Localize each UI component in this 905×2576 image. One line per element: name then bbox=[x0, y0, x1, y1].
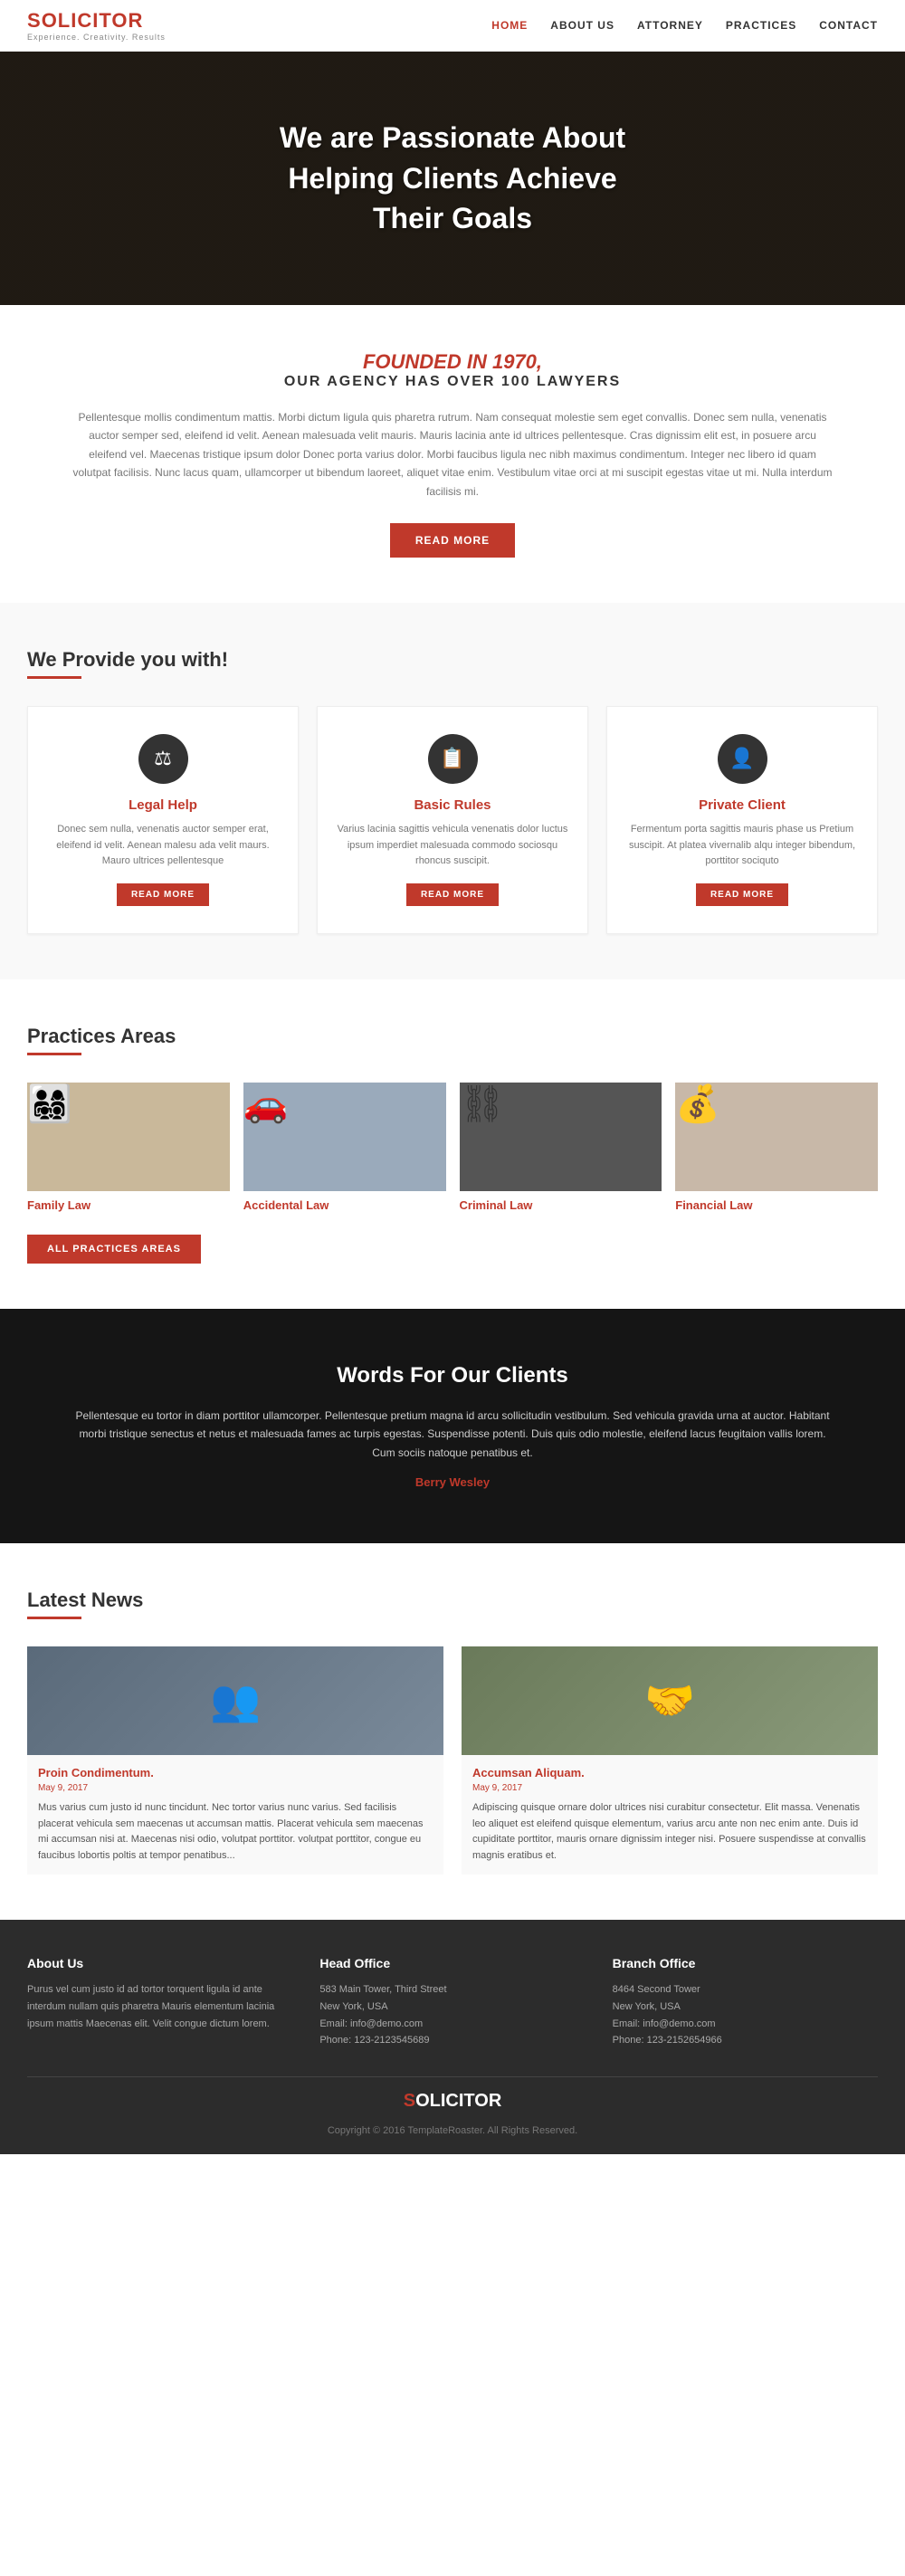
news-image-2: 🤝 bbox=[462, 1646, 878, 1755]
footer-branch-office-body: 8464 Second Tower New York, USA Email: i… bbox=[613, 1981, 878, 2049]
testimonials-body: Pellentesque eu tortor in diam porttitor… bbox=[72, 1407, 833, 1462]
provides-section: We Provide you with! ⚖ Legal Help Donec … bbox=[0, 603, 905, 979]
founded-heading2: OUR AGENCY HAS OVER 100 LAWYERS bbox=[72, 374, 833, 390]
footer-head-office: Head Office 583 Main Tower, Third Street… bbox=[319, 1956, 585, 2049]
provides-underline bbox=[27, 676, 81, 679]
hero-content: We are Passionate About Helping Clients … bbox=[280, 118, 625, 239]
card-legal-body: Donec sem nulla, venenatis auctor semper… bbox=[46, 822, 280, 870]
provides-heading: We Provide you with! bbox=[27, 648, 878, 672]
card-rules-btn[interactable]: READ MORE bbox=[406, 883, 499, 906]
nav-links: HOME ABOUT US ATTORNEY PRACTICES CONTACT bbox=[491, 19, 878, 32]
news-underline bbox=[27, 1617, 81, 1619]
card-client-title: Private Client bbox=[625, 797, 859, 813]
news-section: Latest News 👥 Proin Condimentum. May 9, … bbox=[0, 1543, 905, 1920]
accidental-law-label: Accidental Law bbox=[243, 1198, 446, 1212]
logo-rest: OLICITOR bbox=[42, 9, 144, 32]
practice-grid: 👨‍👩‍👧‍👦 Family Law 🚗 Accidental Law ⛓ Cr… bbox=[27, 1083, 878, 1212]
footer-about-heading: About Us bbox=[27, 1956, 292, 1970]
testimonial-author: Berry Wesley bbox=[72, 1475, 833, 1489]
all-practices-button[interactable]: ALL PRACTICES AREAS bbox=[27, 1235, 201, 1264]
footer-about: About Us Purus vel cum justo id ad torto… bbox=[27, 1956, 292, 2049]
accidental-law-image: 🚗 bbox=[243, 1083, 446, 1191]
hero-title: We are Passionate About Helping Clients … bbox=[280, 118, 625, 239]
footer-head-office-body: 583 Main Tower, Third Street New York, U… bbox=[319, 1981, 585, 2049]
founded-body: Pellentesque mollis condimentum mattis. … bbox=[72, 408, 833, 501]
nav-contact[interactable]: CONTACT bbox=[819, 19, 878, 32]
footer-about-body: Purus vel cum justo id ad tortor torquen… bbox=[27, 1981, 292, 2032]
footer: About Us Purus vel cum justo id ad torto… bbox=[0, 1920, 905, 2154]
footer-logo: SOLICITOR bbox=[27, 2076, 878, 2121]
card-rules-title: Basic Rules bbox=[336, 797, 569, 813]
footer-grid: About Us Purus vel cum justo id ad torto… bbox=[27, 1956, 878, 2049]
testimonials-section: Words For Our Clients Pellentesque eu to… bbox=[0, 1309, 905, 1543]
footer-copyright: Copyright © 2016 TemplateRoaster. All Ri… bbox=[27, 2125, 878, 2136]
nav-attorney[interactable]: ATTORNEY bbox=[637, 19, 703, 32]
card-rules-body: Varius lacinia sagittis vehicula venenat… bbox=[336, 822, 569, 870]
card-basic-rules: 📋 Basic Rules Varius lacinia sagittis ve… bbox=[317, 706, 588, 934]
practice-accidental-law[interactable]: 🚗 Accidental Law bbox=[243, 1083, 446, 1212]
nav-home[interactable]: HOME bbox=[491, 19, 528, 32]
logo-initial: S bbox=[27, 9, 42, 32]
founded-read-more-button[interactable]: READ MORE bbox=[390, 523, 515, 558]
testimonials-heading: Words For Our Clients bbox=[72, 1363, 833, 1388]
news-body-2: Adipiscing quisque ornare dolor ultrices… bbox=[472, 1800, 867, 1864]
card-legal-btn[interactable]: READ MORE bbox=[117, 883, 209, 906]
practices-section: Practices Areas 👨‍👩‍👧‍👦 Family Law 🚗 Acc… bbox=[0, 979, 905, 1309]
news-image-1: 👥 bbox=[27, 1646, 443, 1755]
news-item-1[interactable]: 👥 Proin Condimentum. May 9, 2017 Mus var… bbox=[27, 1646, 443, 1875]
news-body-1: Mus varius cum justo id nunc tincidunt. … bbox=[38, 1800, 433, 1864]
news-date-2: May 9, 2017 bbox=[472, 1783, 867, 1793]
news-date-1: May 9, 2017 bbox=[38, 1783, 433, 1793]
card-client-btn[interactable]: READ MORE bbox=[696, 883, 788, 906]
news-heading: Latest News bbox=[27, 1589, 878, 1612]
card-private-client: 👤 Private Client Fermentum porta sagitti… bbox=[606, 706, 878, 934]
footer-branch-office: Branch Office 8464 Second Tower New York… bbox=[613, 1956, 878, 2049]
criminal-law-label: Criminal Law bbox=[460, 1198, 662, 1212]
practice-financial-law[interactable]: 💰 Financial Law bbox=[675, 1083, 878, 1212]
family-law-image: 👨‍👩‍👧‍👦 bbox=[27, 1083, 230, 1191]
card-legal-help: ⚖ Legal Help Donec sem nulla, venenatis … bbox=[27, 706, 299, 934]
founded-section: FOUNDED IN 1970, OUR AGENCY HAS OVER 100… bbox=[0, 305, 905, 603]
criminal-law-image: ⛓ bbox=[460, 1083, 662, 1191]
news-title-1: Proin Condimentum. bbox=[38, 1766, 433, 1779]
footer-logo-initial: S bbox=[404, 2091, 415, 2111]
family-law-label: Family Law bbox=[27, 1198, 230, 1212]
news-title-2: Accumsan Aliquam. bbox=[472, 1766, 867, 1779]
navbar: SOLICITOR Experience. Creativity. Result… bbox=[0, 0, 905, 52]
card-legal-title: Legal Help bbox=[46, 797, 280, 813]
private-client-icon: 👤 bbox=[718, 734, 767, 784]
logo: SOLICITOR Experience. Creativity. Result… bbox=[27, 9, 166, 42]
card-client-body: Fermentum porta sagittis mauris phase us… bbox=[625, 822, 859, 870]
provides-cards: ⚖ Legal Help Donec sem nulla, venenatis … bbox=[27, 706, 878, 934]
legal-help-icon: ⚖ bbox=[138, 734, 188, 784]
basic-rules-icon: 📋 bbox=[428, 734, 478, 784]
news-content-2: Accumsan Aliquam. May 9, 2017 Adipiscing… bbox=[462, 1755, 878, 1875]
news-item-2[interactable]: 🤝 Accumsan Aliquam. May 9, 2017 Adipisci… bbox=[462, 1646, 878, 1875]
practice-family-law[interactable]: 👨‍👩‍👧‍👦 Family Law bbox=[27, 1083, 230, 1212]
financial-law-image: 💰 bbox=[675, 1083, 878, 1191]
footer-branch-office-heading: Branch Office bbox=[613, 1956, 878, 1970]
practices-heading: Practices Areas bbox=[27, 1025, 878, 1048]
nav-about[interactable]: ABOUT US bbox=[550, 19, 614, 32]
news-grid: 👥 Proin Condimentum. May 9, 2017 Mus var… bbox=[27, 1646, 878, 1875]
footer-logo-rest: OLICITOR bbox=[415, 2091, 501, 2111]
footer-head-office-heading: Head Office bbox=[319, 1956, 585, 1970]
practices-underline bbox=[27, 1053, 81, 1055]
logo-tagline: Experience. Creativity. Results bbox=[27, 33, 166, 42]
financial-law-label: Financial Law bbox=[675, 1198, 878, 1212]
hero-section: We are Passionate About Helping Clients … bbox=[0, 52, 905, 305]
news-content-1: Proin Condimentum. May 9, 2017 Mus variu… bbox=[27, 1755, 443, 1875]
practice-criminal-law[interactable]: ⛓ Criminal Law bbox=[460, 1083, 662, 1212]
founded-heading1: FOUNDED IN 1970, bbox=[72, 350, 833, 374]
nav-practices[interactable]: PRACTICES bbox=[726, 19, 796, 32]
